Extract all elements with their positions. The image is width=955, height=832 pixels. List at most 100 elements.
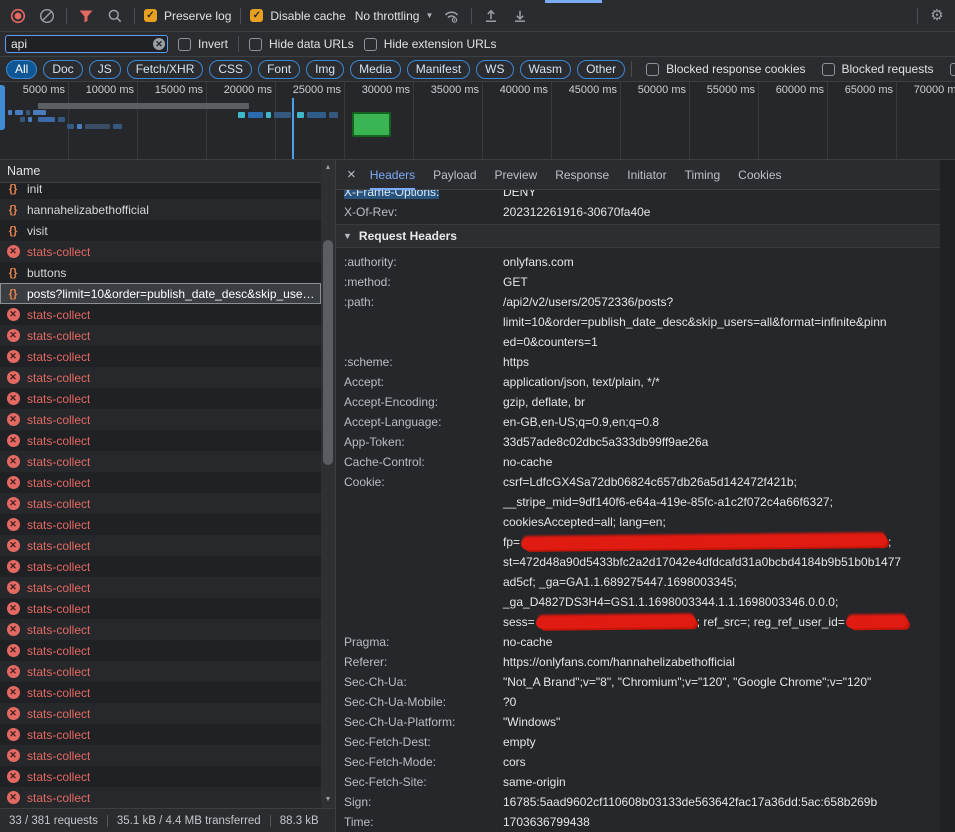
scroll-up-icon[interactable]: ▲ [321,163,335,173]
table-row[interactable]: ✕stats-collect [0,556,321,577]
table-row[interactable]: {}hannahelizabethofficial [0,199,321,220]
tab-payload[interactable]: Payload [433,160,476,190]
table-row[interactable]: ✕stats-collect [0,724,321,745]
header-value[interactable]: 202312261916-30670fa40e [503,202,940,222]
table-row[interactable]: ✕stats-collect [0,640,321,661]
disable-cache-checkbox[interactable]: ✓ Disable cache [250,9,345,23]
header-value[interactable]: same-origin [503,772,940,792]
filter-chip-ws[interactable]: WS [476,60,513,79]
header-value[interactable]: 1703636799438 [503,812,940,832]
table-row[interactable]: ✕stats-collect [0,451,321,472]
header-value[interactable]: application/json, text/plain, */* [503,372,940,392]
search-button[interactable] [105,6,125,26]
tab-preview[interactable]: Preview [495,160,538,190]
header-value[interactable]: DENY [503,190,940,202]
invert-checkbox[interactable]: Invert [178,37,228,51]
table-row[interactable]: ✕stats-collect [0,493,321,514]
hide-data-urls-checkbox[interactable]: Hide data URLs [249,37,354,51]
header-value[interactable]: https://onlyfans.com/hannahelizabethoffi… [503,652,940,672]
header-value[interactable]: en-GB,en-US;q=0.9,en;q=0.8 [503,412,940,432]
export-har-button[interactable] [510,6,530,26]
header-value[interactable]: gzip, deflate, br [503,392,940,412]
throttling-select[interactable]: No throttling ▼ [355,9,434,23]
scrollbar-thumb[interactable] [323,240,333,465]
header-value[interactable]: empty [503,732,940,752]
header-value[interactable]: 33d57ade8c02dbc5a333db99ff9ae26a [503,432,940,452]
filter-chip-css[interactable]: CSS [209,60,252,79]
table-row[interactable]: ✕stats-collect [0,430,321,451]
filter-input[interactable] [5,35,168,53]
filter-chip-wasm[interactable]: Wasm [520,60,572,79]
filter-chip-js[interactable]: JS [89,60,121,79]
table-row[interactable]: {}init [0,183,321,199]
table-row[interactable]: ✕stats-collect [0,682,321,703]
close-icon[interactable]: × [347,167,356,182]
blocked-requests-checkbox[interactable]: Blocked requests [822,62,934,76]
header-value[interactable]: no-cache [503,452,940,472]
table-row[interactable]: ✕stats-collect [0,346,321,367]
tab-headers[interactable]: Headers [370,160,415,190]
settings-button[interactable]: ⚙ [927,6,947,26]
header-value[interactable]: onlyfans.com [503,252,940,272]
filter-chip-manifest[interactable]: Manifest [407,60,470,79]
header-value[interactable]: https [503,352,940,372]
table-row[interactable]: ✕stats-collect [0,388,321,409]
table-row[interactable]: ✕stats-collect [0,367,321,388]
filter-chip-media[interactable]: Media [350,60,401,79]
record-button[interactable] [8,6,28,26]
table-row[interactable]: ✕stats-collect [0,514,321,535]
table-row[interactable]: ✕stats-collect [0,241,321,262]
filter-chip-fetch-xhr[interactable]: Fetch/XHR [127,60,204,79]
import-har-button[interactable] [481,6,501,26]
filter-chip-img[interactable]: Img [306,60,344,79]
table-row[interactable]: ✕stats-collect [0,577,321,598]
header-value[interactable]: cors [503,752,940,772]
tab-response[interactable]: Response [555,160,609,190]
table-row[interactable]: ✕stats-collect [0,703,321,724]
header-value[interactable]: /api2/v2/users/20572336/posts?limit=10&o… [503,292,940,352]
table-row[interactable]: ✕stats-collect [0,661,321,682]
table-row[interactable]: {}buttons [0,262,321,283]
tab-cookies[interactable]: Cookies [738,160,781,190]
preserve-log-checkbox[interactable]: ✓ Preserve log [144,9,231,23]
table-row[interactable]: ✕stats-collect [0,598,321,619]
header-value[interactable]: no-cache [503,632,940,652]
timeline-overview[interactable]: 5000 ms10000 ms15000 ms20000 ms25000 ms3… [0,82,955,160]
table-row[interactable]: ✕stats-collect [0,472,321,493]
table-row[interactable]: ✕stats-collect [0,325,321,346]
tab-timing[interactable]: Timing [685,160,721,190]
filter-chip-doc[interactable]: Doc [43,60,82,79]
header-value[interactable]: "Windows" [503,712,940,732]
header-value[interactable]: GET [503,272,940,292]
network-conditions-button[interactable] [442,6,462,26]
header-value[interactable]: "Not_A Brand";v="8", "Chromium";v="120",… [503,672,940,692]
clear-filter-icon[interactable]: ✕ [153,38,165,50]
table-row[interactable]: ✕stats-collect [0,745,321,766]
request-headers-section-header[interactable]: ▼Request Headers [336,224,940,248]
table-row[interactable]: ✕stats-collect [0,787,321,808]
filter-toggle-button[interactable] [76,6,96,26]
clear-button[interactable] [37,6,57,26]
table-row[interactable]: ✕stats-collect [0,304,321,325]
panel-split-divider[interactable] [335,160,336,832]
hide-extension-urls-checkbox[interactable]: Hide extension URLs [364,37,497,51]
table-row[interactable]: {}visit [0,220,321,241]
table-row-selected[interactable]: {}posts?limit=10&order=publish_date_desc… [0,283,321,304]
requests-scrollbar[interactable]: ▲ ▼ [321,160,335,808]
3rd-party-requests-checkbox[interactable]: 3rd-party requests [950,62,955,76]
table-row[interactable]: ✕stats-collect [0,409,321,430]
name-column-header[interactable]: Name [0,160,335,183]
blocked-response-cookies-checkbox[interactable]: Blocked response cookies [646,62,805,76]
table-row[interactable]: ✕stats-collect [0,535,321,556]
header-value[interactable]: ?0 [503,692,940,712]
table-row[interactable]: ✕stats-collect [0,766,321,787]
table-row[interactable]: ✕stats-collect [0,619,321,640]
tab-initiator[interactable]: Initiator [627,160,666,190]
filter-chip-font[interactable]: Font [258,60,300,79]
filter-chip-other[interactable]: Other [577,60,625,79]
header-value[interactable]: csrf=LdfcGX4Sa72db06824c657db26a5d142472… [503,472,940,632]
timeline-drag-handle[interactable] [0,85,5,130]
header-value[interactable]: 16785:5aad9602cf110608b03133de563642fac1… [503,792,940,812]
filter-chip-all[interactable]: All [6,60,37,79]
scroll-down-icon[interactable]: ▼ [321,795,335,805]
